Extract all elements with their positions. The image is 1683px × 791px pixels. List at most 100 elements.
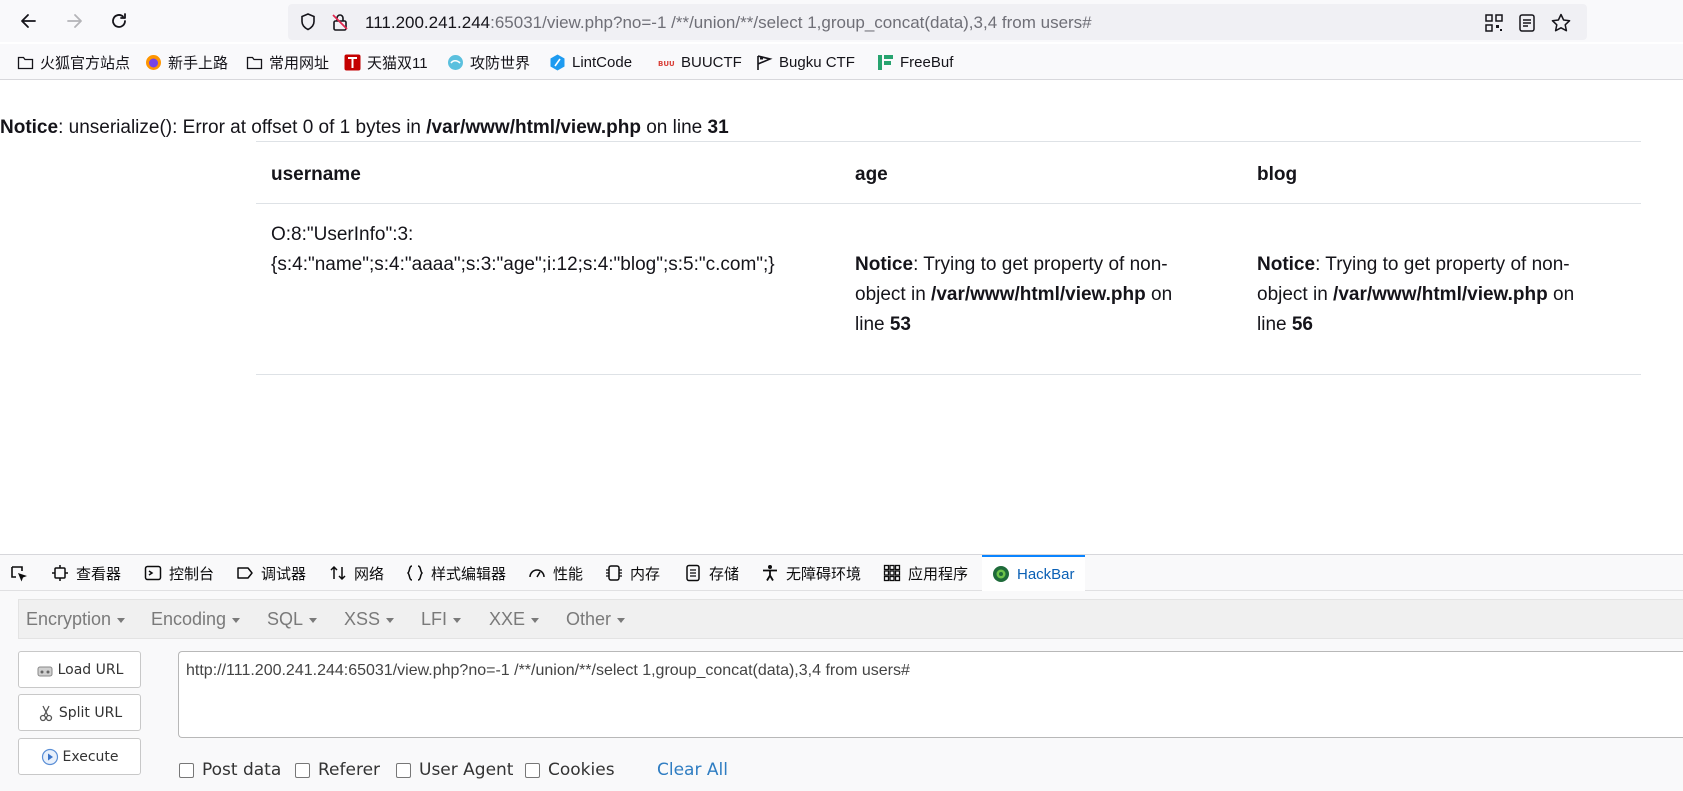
button-label: Load URL (57, 661, 124, 678)
menu-label: Other (566, 609, 612, 629)
freebuf-icon (877, 54, 894, 71)
insecure-lock-icon[interactable] (330, 12, 350, 32)
folder-icon (17, 54, 34, 71)
bookmark-item[interactable]: FreeBuf (877, 50, 953, 74)
user-agent-checkbox[interactable]: User Agent (396, 760, 513, 780)
checkbox[interactable] (179, 762, 194, 778)
caret-down-icon (232, 617, 241, 623)
bookmarks-toolbar: 火狐官方站点 新手上路 常用网址 天猫双11 攻防世界 LintCode BUU… (0, 44, 1683, 80)
caret-down-icon (617, 617, 626, 623)
checkbox[interactable] (295, 762, 310, 778)
split-url-button[interactable]: Split URL (18, 694, 141, 731)
load-url-button[interactable]: Load URL (18, 651, 141, 688)
button-label: Split URL (58, 704, 123, 721)
column-header-blog: blog (1257, 164, 1298, 185)
bookmark-label: LintCode (572, 53, 633, 71)
tab-style-editor[interactable]: 样式编辑器 (406, 555, 506, 591)
bookmark-item[interactable]: 常用网址 (246, 50, 329, 74)
menu-label: SQL (267, 609, 304, 629)
bookmark-item[interactable]: LintCode (549, 50, 632, 74)
tab-label: 无障碍环境 (786, 565, 862, 583)
notice-text: object in (1257, 284, 1334, 305)
tab-label: 样式编辑器 (431, 565, 507, 583)
hackbar-menu: Encryption Encoding SQL XSS LFI XXE Othe… (18, 599, 1683, 639)
bookmark-label: 常用网址 (269, 54, 330, 72)
bookmark-item[interactable]: 天猫双11 (344, 50, 428, 74)
hackbar-url-textarea[interactable]: http://111.200.241.244:65031/view.php?no… (178, 651, 1683, 738)
tab-label: 网络 (354, 565, 385, 583)
qr-code-icon[interactable] (1483, 12, 1505, 34)
back-arrow-icon (21, 14, 36, 28)
bookmark-label: 火狐官方站点 (40, 54, 131, 72)
notice-text: : Trying to get property of non- (913, 254, 1168, 275)
bookmark-item[interactable]: 火狐官方站点 (17, 50, 130, 74)
notice-text: on (1145, 284, 1173, 305)
execute-button[interactable]: Execute (18, 738, 141, 775)
tab-network[interactable]: 网络 (329, 555, 384, 591)
url-text[interactable]: 111.200.241.244:65031/view.php?no=-1 /**… (365, 13, 1092, 33)
tab-application[interactable]: 应用程序 (883, 555, 968, 591)
network-icon (330, 565, 346, 581)
user-table: username age blog O:8:"UserInfo":3: {s:4… (256, 141, 1641, 375)
menu-lfi[interactable]: LFI (421, 609, 462, 630)
shield-icon[interactable] (298, 12, 318, 32)
bookmark-label: FreeBuf (900, 53, 954, 71)
post-data-checkbox[interactable]: Post data (179, 760, 281, 780)
back-button[interactable] (13, 5, 45, 37)
referer-checkbox[interactable]: Referer (295, 760, 380, 780)
tab-performance[interactable]: 性能 (528, 555, 583, 591)
notice-text: on (1547, 284, 1575, 305)
tab-console[interactable]: 控制台 (144, 555, 214, 591)
tab-debugger[interactable]: 调试器 (236, 555, 306, 591)
bookmark-label: BUUCTF (681, 53, 742, 71)
notice-label: Notice (0, 117, 59, 138)
notice-line-number: 56 (1291, 314, 1313, 335)
checkbox-label: User Agent (419, 760, 514, 780)
storage-icon (686, 564, 700, 582)
notice-text: object in (855, 284, 932, 305)
menu-encryption[interactable]: Encryption (26, 609, 126, 630)
button-label: Execute (62, 748, 119, 765)
memory-icon (606, 565, 622, 581)
menu-label: LFI (421, 609, 448, 629)
bookmark-star-icon[interactable] (1550, 12, 1572, 34)
tab-storage[interactable]: 存储 (684, 555, 739, 591)
column-header-username: username (271, 164, 361, 185)
address-bar[interactable]: 111.200.241.244:65031/view.php?no=-1 /**… (288, 4, 1587, 40)
tab-inspector[interactable]: 查看器 (51, 555, 121, 591)
buuctf-icon: BUU (658, 54, 675, 71)
reload-button[interactable] (103, 5, 135, 37)
hackbar-icon (993, 566, 1009, 582)
bookmark-item[interactable]: 新手上路 (145, 50, 228, 74)
clear-all-link[interactable]: Clear All (657, 760, 728, 780)
reader-view-icon[interactable] (1516, 12, 1538, 34)
forward-button[interactable] (58, 5, 90, 37)
checkbox[interactable] (396, 762, 411, 778)
bookmark-item[interactable]: 攻防世界 (447, 50, 530, 74)
notice-text: : unserialize(): Error at offset 0 of 1 … (58, 117, 427, 138)
element-picker-icon[interactable] (8, 563, 30, 585)
menu-xss[interactable]: XSS (344, 609, 395, 630)
menu-other[interactable]: Other (566, 609, 626, 630)
tab-label: 性能 (553, 565, 584, 583)
cookies-checkbox[interactable]: Cookies (525, 760, 615, 780)
caret-down-icon (309, 617, 318, 623)
menu-sql[interactable]: SQL (267, 609, 318, 630)
notice-path: /var/www/html/view.php (931, 284, 1146, 305)
bookmark-item[interactable]: BUU BUUCTF (658, 50, 742, 74)
notice-text: line (855, 314, 890, 335)
tab-memory[interactable]: 内存 (605, 555, 660, 591)
checkbox[interactable] (525, 762, 540, 778)
console-icon (144, 565, 162, 581)
menu-xxe[interactable]: XXE (489, 609, 540, 630)
bookmark-item[interactable]: Bugku CTF (756, 50, 855, 74)
tab-accessibility[interactable]: 无障碍环境 (761, 555, 861, 591)
tab-hackbar[interactable]: HackBar (982, 555, 1085, 591)
url-host: 111.200.241.244 (365, 13, 491, 32)
debugger-icon (237, 567, 253, 579)
folder-icon (246, 54, 263, 71)
menu-encoding[interactable]: Encoding (151, 609, 241, 630)
menu-label: XSS (344, 609, 381, 629)
reload-icon (112, 13, 126, 28)
svg-text:BUU: BUU (658, 60, 675, 68)
